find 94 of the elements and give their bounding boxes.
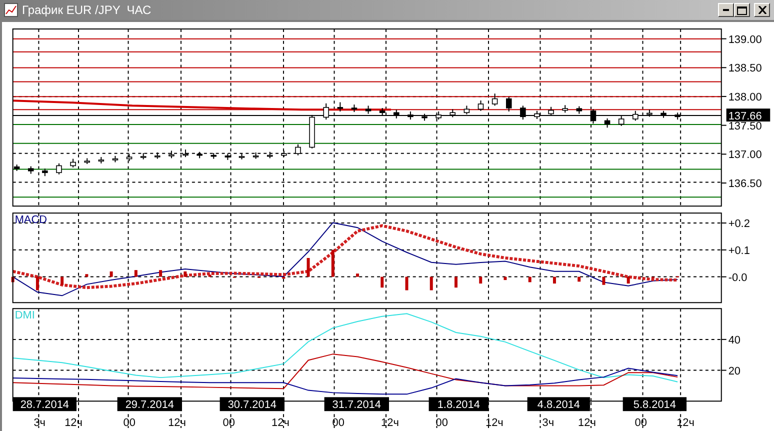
hour-label: 00 — [436, 417, 448, 430]
candle — [42, 168, 48, 177]
close-icon — [758, 6, 766, 14]
bar — [405, 276, 408, 290]
candle — [98, 156, 104, 164]
indicator-title: MACD — [14, 214, 48, 226]
candle — [394, 109, 400, 119]
bar — [626, 276, 630, 284]
maximize-button[interactable] — [734, 3, 750, 17]
minimize-icon — [723, 9, 729, 11]
candle — [309, 114, 315, 149]
window-title: График EUR /JPY ЧАС — [22, 2, 152, 19]
candle — [632, 110, 638, 122]
bar — [110, 271, 113, 277]
bar — [380, 276, 384, 288]
bar — [356, 274, 360, 277]
candle — [337, 102, 344, 112]
candle — [520, 105, 526, 120]
bar — [134, 270, 138, 277]
date-label: 30.7.2014 — [220, 397, 284, 412]
axis-label: 136.50 — [728, 178, 762, 190]
hour-label: 00 — [123, 417, 136, 430]
axis-label: 137.50 — [728, 120, 762, 132]
date-label: 29.7.2014 — [117, 397, 182, 412]
axis-label: 138.50 — [728, 62, 762, 75]
hour-label: 3ч — [542, 417, 554, 430]
bar — [578, 276, 581, 282]
candle — [562, 104, 568, 114]
date-label: 28.7.2014 — [12, 397, 77, 412]
candle — [450, 108, 456, 118]
bar — [552, 276, 556, 284]
hour-label: 12ч — [578, 417, 596, 430]
bar — [602, 276, 606, 285]
bar — [306, 258, 310, 277]
candle — [618, 116, 624, 126]
candle — [478, 100, 484, 112]
candle — [14, 164, 20, 172]
axis-label: +0.1 — [728, 244, 750, 257]
axis-label: 40 — [728, 334, 740, 346]
axis-label: 20 — [728, 365, 740, 378]
hour-label: 12ч — [168, 417, 186, 430]
candle — [660, 110, 666, 118]
date-label: 31.7.2014 — [324, 397, 389, 412]
candle — [492, 93, 498, 106]
indicator-title: DMI — [14, 310, 35, 322]
bar — [528, 276, 532, 282]
bar — [430, 276, 433, 290]
axis-label: 138.00 — [728, 91, 762, 104]
bar — [454, 276, 458, 288]
candle — [112, 155, 118, 163]
candle — [56, 162, 62, 175]
candle — [28, 166, 34, 174]
hour-label: 12ч — [64, 417, 82, 430]
bar — [184, 271, 187, 277]
axis-label: +0.2 — [728, 218, 750, 230]
hour-label: 00 — [222, 417, 235, 430]
maximize-icon — [737, 6, 747, 14]
candle — [464, 105, 470, 115]
candle — [422, 113, 428, 122]
candle — [365, 105, 372, 114]
minimize-button[interactable] — [718, 3, 734, 17]
hour-label: 12ч — [486, 417, 504, 430]
candle — [506, 96, 512, 112]
axis-label: -0.0 — [728, 272, 748, 284]
bar — [36, 276, 39, 290]
candle — [646, 109, 652, 118]
bar — [479, 276, 482, 284]
hour-label: 00 — [634, 417, 647, 430]
bar — [331, 250, 334, 277]
chart-app-icon — [4, 3, 18, 17]
hour-label: 12ч — [381, 417, 399, 430]
bar — [504, 276, 507, 280]
hour-label: 12ч — [272, 417, 290, 430]
candle — [70, 158, 76, 168]
current-price-label: 137.66 — [726, 108, 770, 123]
axis-label: 139.00 — [728, 34, 762, 46]
candle — [351, 104, 358, 113]
bar — [159, 270, 162, 277]
candle — [576, 106, 582, 114]
close-button[interactable] — [754, 3, 770, 17]
bar — [60, 276, 64, 285]
candle — [548, 106, 554, 116]
candle — [84, 158, 90, 164]
candle — [604, 118, 610, 128]
candle — [408, 110, 414, 120]
candle — [323, 102, 329, 120]
hour-label: 00 — [332, 417, 344, 430]
date-label: 5.8.2014 — [622, 397, 687, 412]
bar — [85, 274, 88, 277]
date-label: 1.8.2014 — [428, 397, 488, 412]
hour-label: 12ч — [676, 417, 694, 430]
hour-label: 3ч — [34, 417, 46, 430]
axis-label: 137.00 — [728, 149, 762, 162]
date-label: 4.8.2014 — [527, 397, 590, 412]
